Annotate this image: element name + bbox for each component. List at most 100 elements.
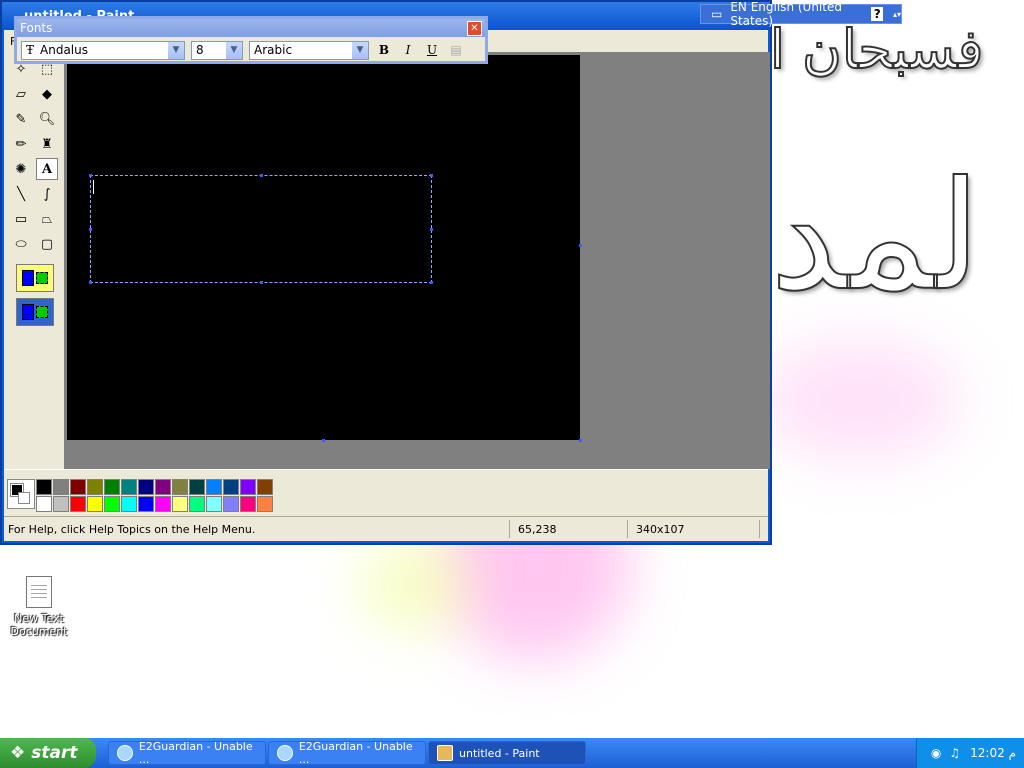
color-palette: [4, 469, 768, 520]
color-swatch[interactable]: [36, 479, 52, 495]
taskbar-item-paint[interactable]: untitled - Paint: [428, 741, 586, 765]
resize-handle[interactable]: [89, 281, 92, 284]
color-swatch[interactable]: [104, 496, 120, 512]
resize-handle[interactable]: [430, 281, 433, 284]
vertical-text-icon[interactable]: ▤: [447, 41, 465, 59]
text-tool[interactable]: A: [36, 158, 58, 180]
color-swatch[interactable]: [121, 496, 137, 512]
language-bar: ▭ EN English (United States) ? ▴▾: [700, 0, 902, 28]
color-swatch[interactable]: [189, 496, 205, 512]
text-box-selection[interactable]: [89, 174, 433, 284]
taskbar-item-e2guardian-1[interactable]: E2Guardian - Unable ...: [108, 740, 266, 766]
color-swatch[interactable]: [155, 479, 171, 495]
close-icon[interactable]: ✕: [467, 21, 482, 36]
taskbar-item-e2guardian-2[interactable]: E2Guardian - Unable ...: [268, 740, 426, 766]
font-size-select[interactable]: 8 ▼: [191, 40, 243, 60]
ellipse-tool[interactable]: ⬭: [10, 233, 32, 255]
font-script-value: Arabic: [254, 43, 293, 57]
keyboard-icon[interactable]: ▭: [711, 7, 722, 21]
color-swatch[interactable]: [240, 479, 256, 495]
color-swatch[interactable]: [155, 496, 171, 512]
status-help-text: For Help, click Help Topics on the Help …: [4, 520, 510, 538]
resize-handle[interactable]: [89, 174, 92, 177]
color-swatch[interactable]: [138, 479, 154, 495]
taskbar-item-label: E2Guardian - Unable ...: [298, 740, 413, 766]
pencil-tool[interactable]: ✏︎: [10, 133, 32, 155]
fonts-toolbar-title[interactable]: Fonts ✕: [17, 19, 485, 37]
color-swatch[interactable]: [36, 496, 52, 512]
font-name-select[interactable]: Ŧ Andalus ▼: [21, 40, 185, 60]
paint-icon: [437, 745, 453, 761]
color-swatch[interactable]: [87, 496, 103, 512]
font-script-select[interactable]: Arabic ▼: [249, 40, 369, 60]
options-icon[interactable]: ▴▾: [893, 10, 901, 19]
text-caret: [93, 180, 94, 194]
eraser-tool[interactable]: ▱: [10, 83, 32, 105]
color-swatch[interactable]: [172, 479, 188, 495]
chevron-down-icon[interactable]: ▼: [168, 41, 184, 59]
color-swatch[interactable]: [104, 479, 120, 495]
underline-button[interactable]: U: [423, 41, 441, 59]
canvas-resize-handle[interactable]: [579, 244, 582, 247]
color-swatch[interactable]: [53, 479, 69, 495]
desktop-icon-label: New Text Document: [10, 612, 68, 638]
resize-handle[interactable]: [430, 228, 433, 231]
status-bar: For Help, click Help Topics on the Help …: [4, 516, 768, 541]
opaque-background-option[interactable]: [16, 264, 54, 292]
resize-handle[interactable]: [260, 281, 263, 284]
color-swatch[interactable]: [206, 496, 222, 512]
paint-window: untitled - Paint F ✧ ⬚ ▱ ◆ ✎ 🔍︎ ✏︎ ♜ ✺ A…: [0, 0, 772, 545]
drawing-canvas[interactable]: [67, 55, 580, 440]
wallpaper-calligraphy-line2: لمد: [769, 149, 982, 325]
help-icon[interactable]: ?: [871, 7, 883, 21]
canvas-resize-handle[interactable]: [322, 439, 325, 442]
color-swatch[interactable]: [189, 479, 205, 495]
polygon-tool[interactable]: ⏢: [36, 208, 58, 230]
color-swatch[interactable]: [257, 496, 273, 512]
transparent-background-option[interactable]: [16, 298, 54, 326]
chevron-down-icon[interactable]: ▼: [352, 41, 368, 59]
curve-tool[interactable]: ∫: [36, 183, 58, 205]
bold-button[interactable]: B: [375, 41, 393, 59]
fonts-controls: Ŧ Andalus ▼ 8 ▼ Arabic ▼ B I U ▤: [21, 39, 481, 61]
color-swatch[interactable]: [70, 496, 86, 512]
rectangle-tool[interactable]: ▭: [10, 208, 32, 230]
start-label: start: [31, 743, 78, 763]
color-swatch[interactable]: [87, 479, 103, 495]
clock[interactable]: 12:02 م: [970, 746, 1016, 760]
resize-handle[interactable]: [260, 174, 263, 177]
resize-handle[interactable]: [430, 174, 433, 177]
color-swatch[interactable]: [172, 496, 188, 512]
tray-network-icon[interactable]: ◉: [931, 746, 941, 760]
color-swatch[interactable]: [240, 496, 256, 512]
color-swatch[interactable]: [257, 479, 273, 495]
desktop-icon-new-text-document[interactable]: New Text Document: [8, 576, 70, 638]
color-swatch[interactable]: [121, 479, 137, 495]
language-label[interactable]: EN English (United States): [730, 0, 861, 28]
color-swatch[interactable]: [206, 479, 222, 495]
rounded-rect-tool[interactable]: ▢: [36, 233, 58, 255]
color-swatch[interactable]: [70, 479, 86, 495]
color-swatch[interactable]: [223, 479, 239, 495]
tray-volume-icon[interactable]: ♫: [949, 746, 960, 760]
color-swatch[interactable]: [138, 496, 154, 512]
canvas-resize-handle[interactable]: [579, 439, 582, 442]
airbrush-tool[interactable]: ✺: [10, 158, 32, 180]
italic-button[interactable]: I: [399, 41, 417, 59]
status-coordinates: 65,238: [510, 520, 628, 538]
resize-handle[interactable]: [89, 228, 92, 231]
brush-tool[interactable]: ♜: [36, 133, 58, 155]
color-picker-tool[interactable]: ✎: [10, 108, 32, 130]
color-swatch[interactable]: [53, 496, 69, 512]
fill-tool[interactable]: ◆: [36, 83, 58, 105]
background-blob: [360, 540, 470, 630]
color-indicator[interactable]: [7, 479, 35, 509]
chevron-down-icon[interactable]: ▼: [226, 41, 242, 59]
line-tool[interactable]: ╲: [10, 183, 32, 205]
color-swatch[interactable]: [223, 496, 239, 512]
magnifier-tool[interactable]: 🔍︎: [36, 108, 58, 130]
system-tray: ◉ ♫ 12:02 م: [916, 738, 1024, 768]
start-button[interactable]: ❖ start: [0, 738, 96, 768]
windows-logo-icon: ❖: [10, 743, 26, 763]
toolbox: ✧ ⬚ ▱ ◆ ✎ 🔍︎ ✏︎ ♜ ✺ A ╲ ∫ ▭ ⏢ ⬭ ▢: [6, 54, 62, 469]
